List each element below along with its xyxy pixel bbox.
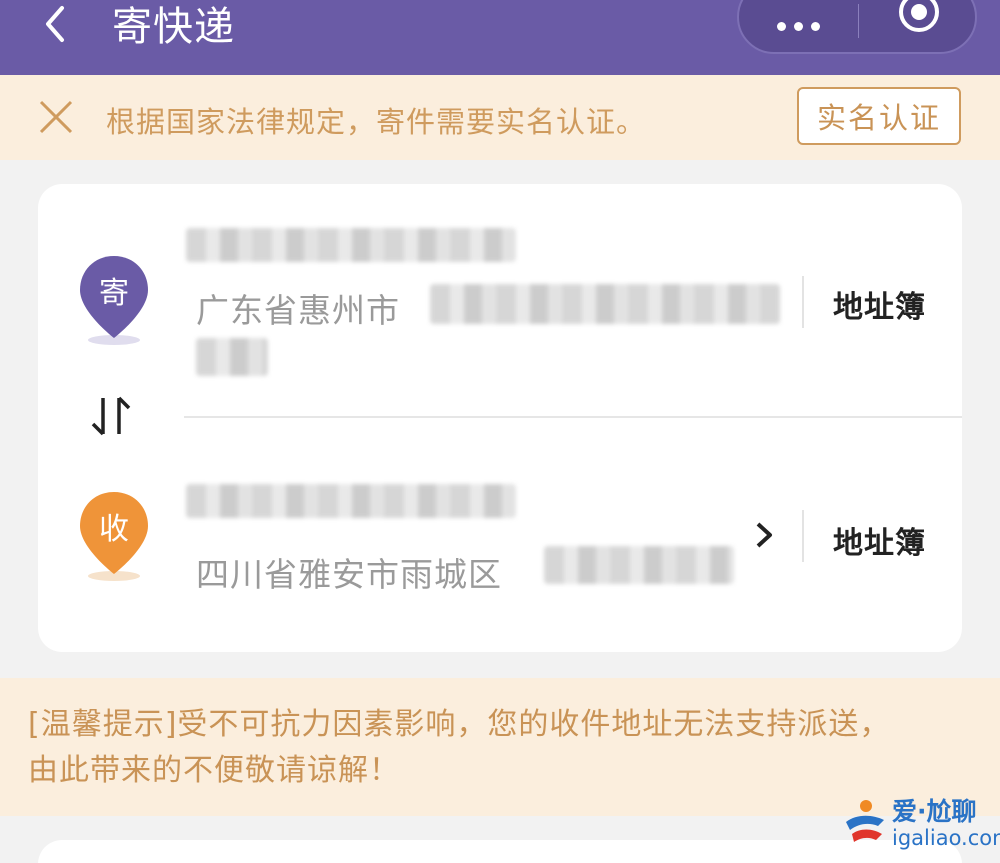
address-card: 寄 广东省惠州市 地址簿 收 四川省雅安市雨城区 地址簿 — [38, 184, 962, 652]
receiver-badge: 收 — [99, 512, 129, 547]
receiver-address-redacted — [544, 546, 734, 584]
real-name-verify-button[interactable]: 实名认证 — [797, 87, 961, 145]
notice-text: 根据国家法律规定，寄件需要实名认证。 — [106, 105, 647, 139]
tip-text: [温馨提示]受不可抗力因素影响，您的收件地址无法支持派送， 由此带来的不便敬请谅… — [28, 702, 978, 794]
tip-line-1: [温馨提示]受不可抗力因素影响，您的收件地址无法支持派送， — [28, 707, 891, 742]
receiver-address-book-button[interactable]: 地址簿 — [833, 518, 926, 562]
sender-address-book-button[interactable]: 地址簿 — [833, 282, 926, 326]
close-icon[interactable] — [38, 99, 74, 135]
sender-address-redacted — [430, 284, 780, 324]
receiver-pin-icon: 收 — [78, 490, 150, 582]
capsule-divider — [858, 4, 859, 38]
sender-address[interactable]: 广东省惠州市 — [196, 284, 400, 332]
title-bar: 寄快递 — [0, 0, 1000, 75]
watermark-logo-icon — [846, 800, 884, 842]
watermark-top: 爱·尬聊 — [892, 797, 977, 826]
chevron-right-icon[interactable] — [752, 520, 776, 550]
separator — [802, 276, 804, 328]
receiver-address[interactable]: 四川省雅安市雨城区 — [196, 548, 502, 596]
chevron-left-icon[interactable] — [36, 4, 76, 44]
page-title: 寄快递 — [112, 4, 235, 50]
receiver-name-redacted — [186, 484, 516, 518]
mini-program-capsule — [737, 0, 977, 54]
swap-arrows-icon[interactable] — [88, 392, 136, 440]
target-circle-icon[interactable] — [899, 0, 939, 32]
next-card — [38, 840, 962, 863]
tip-line-2: 由此带来的不便敬请谅解！ — [28, 753, 400, 788]
sender-badge: 寄 — [99, 276, 129, 311]
sender-address-redacted-line2 — [196, 338, 268, 376]
watermark: 爱·尬聊 igaliao.com — [838, 790, 1000, 860]
separator — [802, 510, 804, 562]
sender-name-redacted — [186, 228, 516, 262]
more-dots-icon[interactable] — [739, 0, 857, 52]
sender-pin-icon: 寄 — [78, 254, 150, 346]
card-divider — [184, 416, 962, 418]
watermark-bottom: igaliao.com — [892, 826, 1000, 850]
real-name-notice: 根据国家法律规定，寄件需要实名认证。 实名认证 — [0, 75, 1000, 160]
